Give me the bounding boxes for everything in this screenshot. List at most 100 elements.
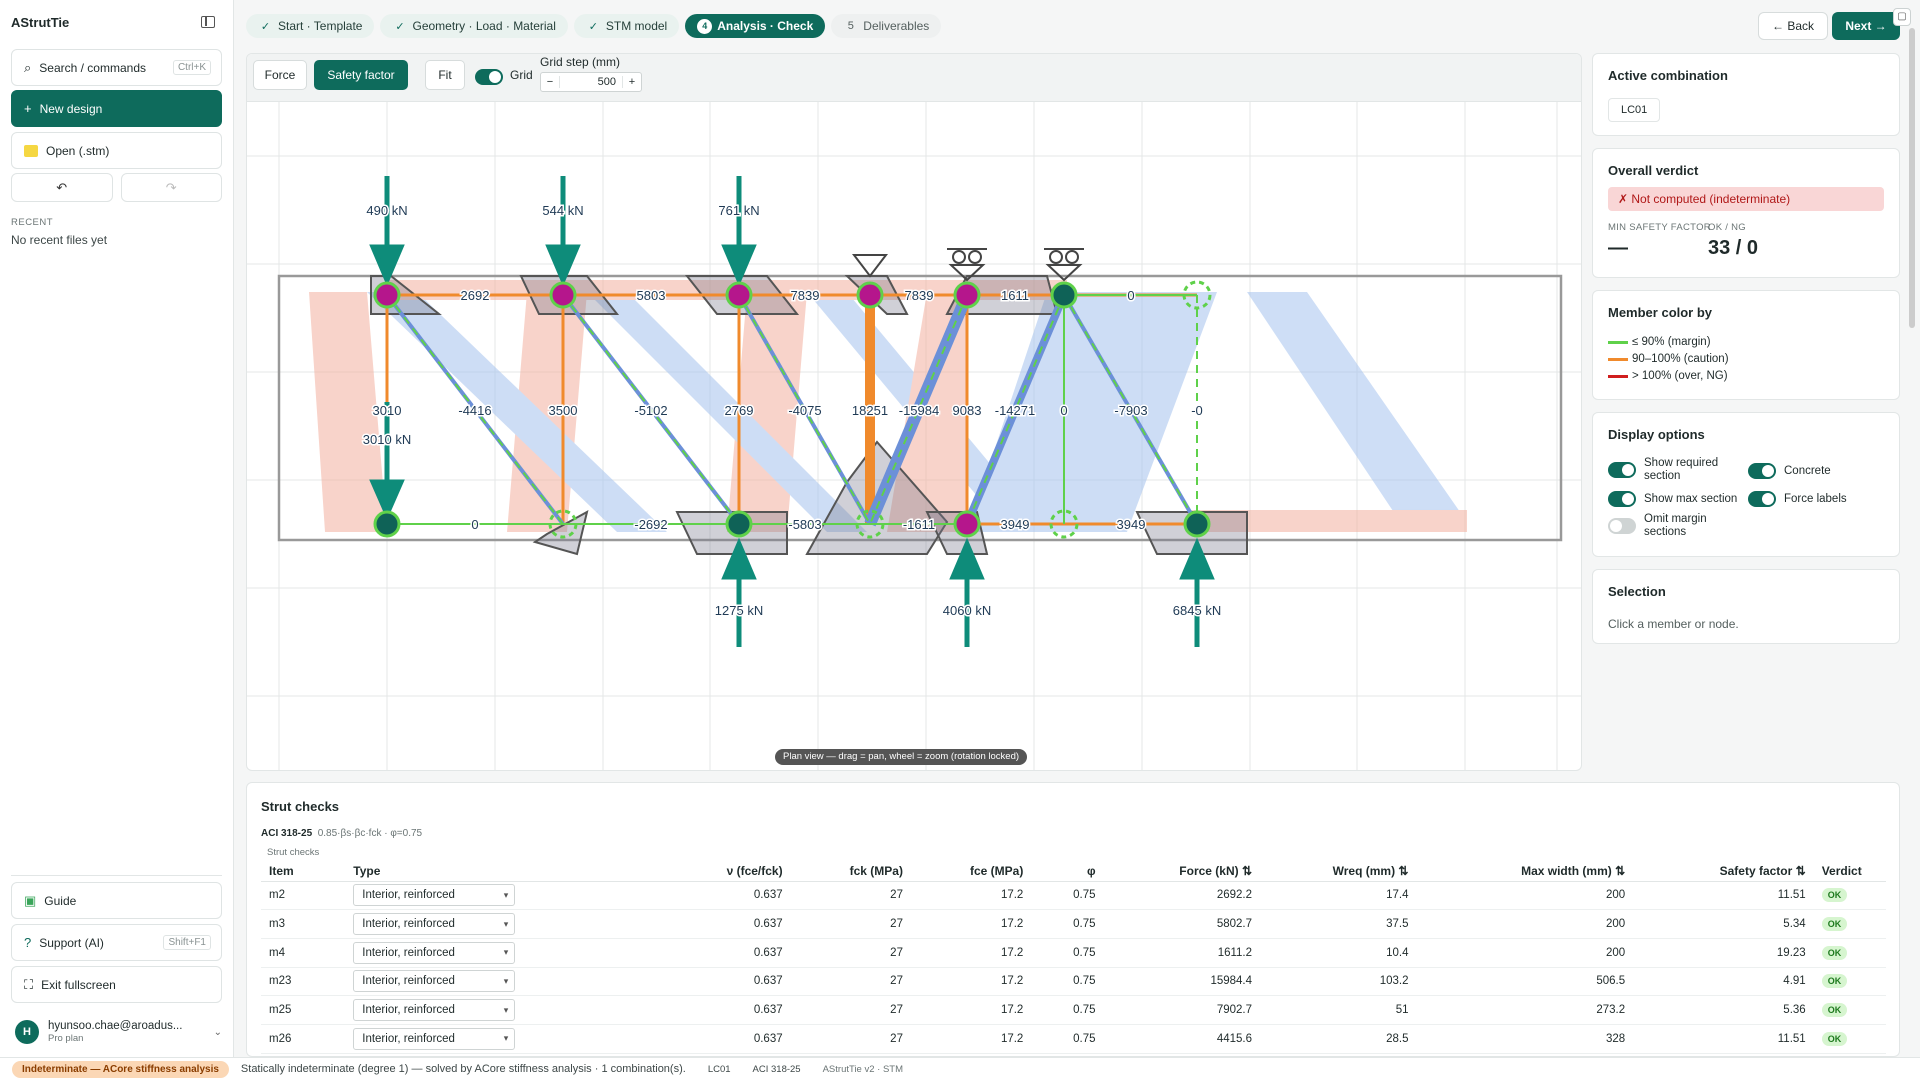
table-cell: 273.2 <box>1416 995 1634 1025</box>
column-header[interactable]: Force (kN) ⇅ <box>1103 861 1261 882</box>
verdict-cell: OK <box>1813 881 1886 911</box>
stm-canvas[interactable]: 490 kN 544 kN 761 kN 3010 kN 1275 kN 406… <box>247 102 1582 771</box>
redo-button[interactable]: ↷ <box>120 173 222 202</box>
step-stm-model[interactable]: ✓ STM model <box>573 14 680 38</box>
member-force-label: 5803 <box>637 288 666 303</box>
omit-margin-toggle[interactable] <box>1608 518 1636 534</box>
node[interactable] <box>725 510 753 538</box>
show-max-section-option[interactable]: Show max section <box>1608 491 1737 507</box>
table-row[interactable]: m23 Interior, reinforced 0.6372717.20.7515… <box>261 967 1886 997</box>
table-row[interactable]: m3 Interior, reinforced 0.6372717.20.75580… <box>261 909 1886 939</box>
grid-step-decrement[interactable]: − <box>541 76 559 88</box>
safety-factor-view-button[interactable]: Safety factor <box>314 60 408 90</box>
member-force-label: 3500 <box>549 403 578 418</box>
page-scrollbar[interactable] <box>1908 8 1916 1048</box>
strength-formula: 0.85·βs·βc·fck · φ=0.75 <box>317 828 423 839</box>
table-cell: 2692.2 <box>1103 881 1261 911</box>
table-row[interactable]: m2 Interior, reinforced 0.6372717.20.75269… <box>261 881 1886 911</box>
next-button[interactable]: Next → <box>1832 12 1900 40</box>
concrete-toggle[interactable] <box>1748 463 1776 479</box>
strut-type-select[interactable]: Interior, reinforced <box>353 913 516 936</box>
verdict-cell: OK <box>1813 909 1886 939</box>
sidebar-toggle-icon[interactable] <box>201 16 215 28</box>
table-caption: Strut checks <box>267 847 320 858</box>
step-analysis-check[interactable]: 4 Analysis · Check <box>685 14 826 38</box>
member-force-label: 1611 <box>1001 288 1029 303</box>
table-cell: 0.637 <box>646 881 791 911</box>
member-color-card: Member color by ≤ 90% (margin) 90–100% (… <box>1592 290 1900 400</box>
concrete-option[interactable]: Concrete <box>1748 463 1831 479</box>
verdict-badge: OK <box>1821 917 1848 932</box>
undo-button[interactable]: ↶ <box>11 173 113 202</box>
member-force-label: -4075 <box>788 403 821 418</box>
search-commands-button[interactable]: ⌕ Search / commands Ctrl+K <box>11 49 222 86</box>
column-header[interactable]: Wreq (mm) ⇅ <box>1260 861 1417 882</box>
verdict-badge: OK <box>1821 888 1848 903</box>
strut-type-select[interactable]: Interior, reinforced <box>353 941 516 964</box>
grid-label: Grid <box>510 68 533 82</box>
column-header: Item <box>261 861 346 882</box>
table-row[interactable]: m4 Interior, reinforced 0.6372717.20.75161… <box>261 938 1886 968</box>
table-cell: 0.637 <box>646 995 791 1025</box>
table-cell: 27 <box>790 938 911 968</box>
table-cell: 200 <box>1416 881 1634 911</box>
node[interactable] <box>953 281 981 309</box>
force-view-button[interactable]: Force <box>253 60 307 90</box>
table-row[interactable]: m25 Interior, reinforced 0.6372717.20.7579… <box>261 995 1886 1025</box>
verdict-status: ✗ Not computed (indeterminate) <box>1608 187 1884 211</box>
table-row[interactable]: m26 Interior, reinforced 0.6372717.20.7544… <box>261 1024 1886 1054</box>
verdict-cell: OK <box>1813 1024 1886 1054</box>
table-cell: 1611.2 <box>1103 938 1261 968</box>
step-deliverables[interactable]: 5 Deliverables <box>831 14 942 38</box>
table-cell: m26 <box>261 1024 346 1054</box>
open-file-button[interactable]: Open (.stm) <box>11 132 222 169</box>
type-cell: Interior, reinforced <box>345 967 647 997</box>
user-menu[interactable]: H hyunsoo.chae@aroadus... Pro plan ⌄ <box>15 1014 222 1050</box>
show-required-toggle[interactable] <box>1608 462 1636 478</box>
overall-verdict-card: Overall verdict ✗ Not computed (indeterm… <box>1592 148 1900 278</box>
node[interactable] <box>725 281 753 309</box>
omit-margin-sections-option[interactable]: Omit margin sections <box>1608 513 1748 539</box>
node[interactable] <box>549 281 577 309</box>
fit-button[interactable]: Fit <box>425 60 465 90</box>
column-header[interactable]: Max width (mm) ⇅ <box>1416 861 1634 882</box>
strut-type-select[interactable]: Interior, reinforced <box>353 1027 516 1050</box>
node[interactable] <box>1050 281 1078 309</box>
member-force-label: 3949 <box>1001 517 1030 532</box>
node[interactable] <box>373 510 401 538</box>
table-cell: 19.23 <box>1633 938 1814 968</box>
strut-type-select[interactable]: Interior, reinforced <box>353 999 516 1022</box>
table-cell: 11.51 <box>1633 1024 1814 1054</box>
exit-fullscreen-button[interactable]: ⛶ Exit fullscreen <box>11 966 222 1003</box>
step-start[interactable]: ✓ Start · Template <box>246 14 375 38</box>
back-button[interactable]: ← Back <box>1758 12 1828 40</box>
member-color-title: Member color by <box>1608 305 1713 320</box>
combination-select[interactable]: LC01 <box>1608 98 1661 122</box>
show-required-section-option[interactable]: Show required section <box>1608 457 1748 483</box>
show-max-toggle[interactable] <box>1608 491 1636 507</box>
grid-step-stepper[interactable]: − 500 + <box>540 72 642 92</box>
new-design-button[interactable]: + New design <box>11 90 222 127</box>
node[interactable] <box>856 281 884 309</box>
table-cell: 0.637 <box>646 967 791 997</box>
column-header[interactable]: Safety factor ⇅ <box>1633 861 1814 882</box>
node[interactable] <box>1183 510 1211 538</box>
grid-step-increment[interactable]: + <box>623 76 641 88</box>
load-label: 1275 kN <box>715 603 763 618</box>
strut-type-select[interactable]: Interior, reinforced <box>353 884 516 907</box>
force-labels-toggle[interactable] <box>1748 491 1776 507</box>
step-geometry[interactable]: ✓ Geometry · Load · Material <box>380 14 568 38</box>
verdict-badge: OK <box>1821 1003 1848 1018</box>
table-cell: m25 <box>261 995 346 1025</box>
grid-step-input[interactable]: 500 <box>559 76 623 88</box>
force-labels-option[interactable]: Force labels <box>1748 491 1847 507</box>
node[interactable] <box>373 281 401 309</box>
node[interactable] <box>953 510 981 538</box>
grid-toggle[interactable] <box>475 69 503 85</box>
guide-button[interactable]: ▣ Guide <box>11 882 222 919</box>
support-ai-button[interactable]: ? Support (AI) Shift+F1 <box>11 924 222 961</box>
table-cell: 200 <box>1416 909 1634 939</box>
strut-type-select[interactable]: Interior, reinforced <box>353 970 516 993</box>
recent-heading: RECENT <box>11 217 54 228</box>
sidebar-divider <box>11 875 222 876</box>
